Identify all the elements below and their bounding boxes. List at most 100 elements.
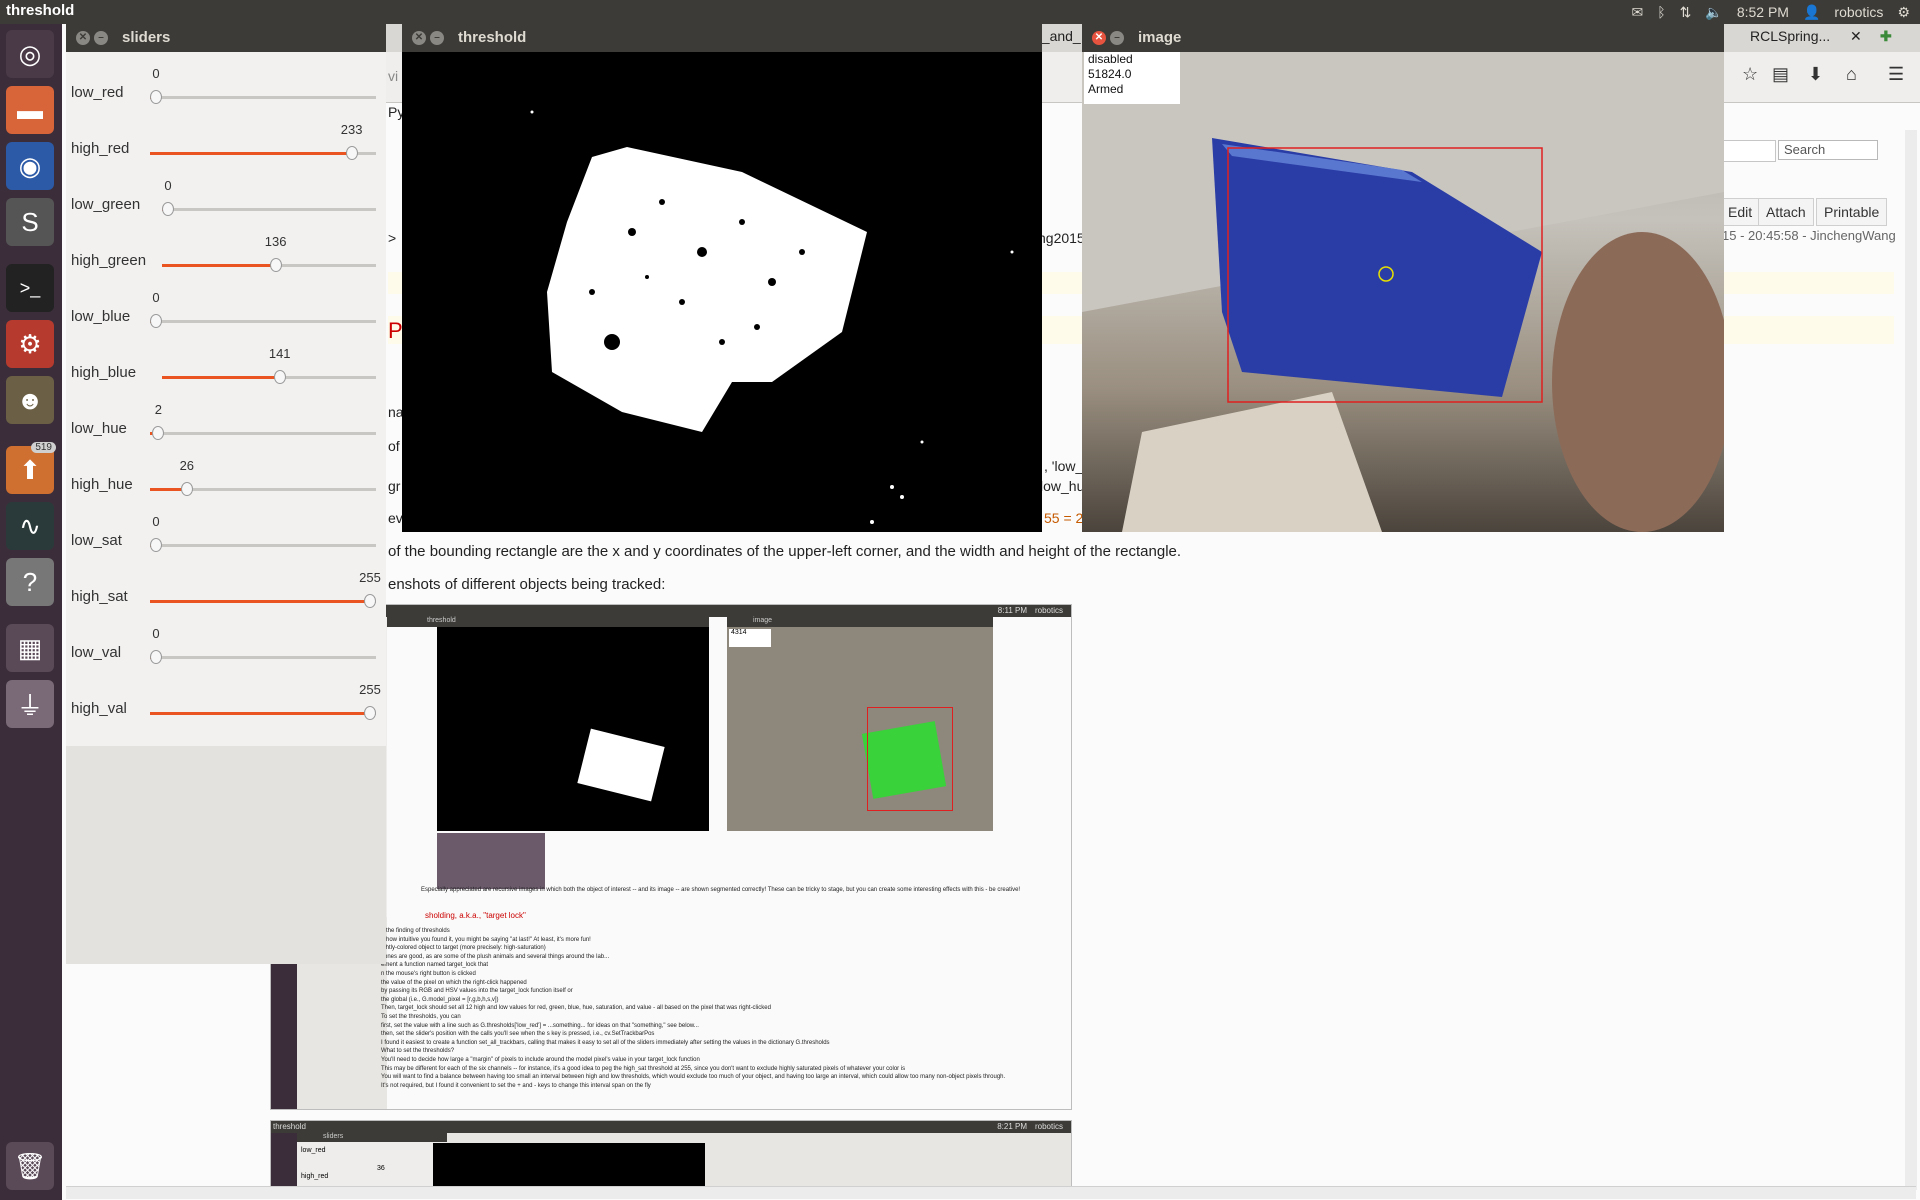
text-fragment: , 'low_ <box>1044 458 1084 474</box>
slider-handle[interactable] <box>152 426 165 440</box>
slider-label: high_blue <box>71 364 137 381</box>
slider-handle[interactable] <box>180 482 193 496</box>
wiki-search-input[interactable]: Search <box>1778 140 1878 160</box>
slider-handle[interactable] <box>345 146 358 160</box>
ubuntu-logo-icon[interactable]: ◎ <box>6 30 54 78</box>
slider-handle[interactable] <box>162 202 174 216</box>
slider-value: 136 <box>264 234 287 249</box>
close-icon[interactable]: ✕ <box>76 31 90 45</box>
page-horizontal-scrollbar[interactable] <box>66 1186 1916 1199</box>
home-icon[interactable]: ⌂ <box>1846 64 1857 85</box>
slider-row-high-val: high_val 255 <box>66 682 386 738</box>
active-app-title: threshold <box>6 2 75 19</box>
slider-value: 141 <box>268 346 291 361</box>
bookmark-star-icon[interactable]: ☆ <box>1742 64 1758 85</box>
slider-row-low-hue: low_hue 2 <box>66 402 386 458</box>
update-badge: 519 <box>31 442 56 453</box>
embed-line: You will want to find a balance between … <box>381 1074 1006 1081</box>
camera-image-canvas[interactable]: disabled 51824.0 Armed <box>1082 52 1724 532</box>
slider-handle[interactable] <box>273 370 286 384</box>
attach-button[interactable]: Attach <box>1758 198 1814 226</box>
slider-track[interactable] <box>150 656 376 659</box>
text-fragment: low_hu <box>1040 478 1085 494</box>
slider-handle[interactable] <box>269 258 282 272</box>
embedded-screenshot-2: threshold 8:21 PM robotics sliders low_r… <box>270 1120 1072 1188</box>
image-title-bar[interactable]: ✕ – image <box>1082 24 1724 52</box>
usb-icon[interactable]: ⏚ <box>6 680 54 728</box>
sliders-title-bar[interactable]: ✕ – sliders <box>66 24 386 52</box>
minimize-icon[interactable]: – <box>430 31 444 45</box>
url-fragment[interactable]: vi <box>388 68 398 84</box>
slider-value: 0 <box>152 66 160 81</box>
download-icon[interactable]: ⬇ <box>1808 64 1823 85</box>
gear-icon[interactable]: ⚙ <box>1897 4 1910 21</box>
sublime-icon[interactable]: S <box>6 198 54 246</box>
bluetooth-icon[interactable]: ᛒ <box>1657 4 1665 20</box>
slider-track[interactable] <box>150 432 376 435</box>
new-tab-icon[interactable]: ✚ <box>1880 28 1892 45</box>
reading-list-icon[interactable]: ▤ <box>1772 64 1789 85</box>
slider-track[interactable] <box>150 320 376 323</box>
printable-button[interactable]: Printable <box>1816 198 1888 226</box>
help-icon[interactable]: ? <box>6 558 54 606</box>
menu-icon[interactable]: ☰ <box>1888 64 1904 85</box>
edit-button[interactable]: Edit <box>1720 198 1761 226</box>
slider-row-high-sat: high_sat 255 <box>66 570 386 626</box>
slider-handle[interactable] <box>364 594 376 608</box>
slider-track[interactable] <box>162 208 376 211</box>
page-search-field-left[interactable] <box>1720 140 1776 162</box>
embed-value: 36 <box>377 1165 385 1172</box>
close-icon[interactable]: ✕ <box>412 31 426 45</box>
slider-handle[interactable] <box>150 538 162 552</box>
threshold-mask-canvas[interactable] <box>402 52 1042 532</box>
embed-line: the value of the pixel on which the righ… <box>381 979 527 986</box>
trash-icon[interactable]: 🗑 <box>6 1142 54 1190</box>
slider-track[interactable] <box>150 544 376 547</box>
gimp-icon[interactable]: ☻ <box>6 376 54 424</box>
minimize-icon[interactable]: – <box>1110 31 1124 45</box>
embed-line: e the finding of thresholds <box>381 928 450 934</box>
slider-handle[interactable] <box>150 650 162 664</box>
clock[interactable]: 8:52 PM <box>1737 4 1789 20</box>
volume-icon[interactable]: 🔈 <box>1705 4 1722 21</box>
close-tab-icon[interactable]: ✕ <box>1850 28 1862 45</box>
files-icon[interactable]: ▬ <box>6 86 54 134</box>
network-icon[interactable]: ⇅ <box>1680 4 1692 21</box>
slider-handle[interactable] <box>150 314 162 328</box>
user-menu[interactable]: robotics <box>1834 4 1883 20</box>
embed-thumbnail <box>437 833 545 889</box>
threshold-title-bar[interactable]: ✕ – threshold <box>402 24 1042 52</box>
slider-value: 255 <box>359 570 381 585</box>
embed-image-label: image <box>753 617 773 624</box>
page-vertical-scrollbar[interactable] <box>1905 130 1917 1190</box>
slider-label: low_val <box>71 644 122 661</box>
slider-row-low-sat: low_sat 0 <box>66 514 386 570</box>
monitor-icon[interactable]: ∿ <box>6 502 54 550</box>
close-icon[interactable]: ✕ <box>1092 31 1106 45</box>
embed-line: n how intuitive you found it, you might … <box>381 936 591 943</box>
slider-label: low_green <box>71 196 141 213</box>
slider-handle[interactable] <box>150 90 162 104</box>
minimize-icon[interactable]: – <box>94 31 108 45</box>
sliders-window: ✕ – sliders low_red 0 high_red 233 low_green… <box>66 24 386 964</box>
embed-label: high_red <box>301 1173 329 1180</box>
terminal-icon[interactable]: >_ <box>6 264 54 312</box>
settings-icon[interactable]: ⚙ <box>6 320 54 368</box>
embed-launcher <box>271 1133 297 1187</box>
text-fragment: of <box>388 438 400 454</box>
paragraph-text: enshots of different objects being track… <box>388 576 666 593</box>
workspace-icon[interactable]: ▦ <box>6 624 54 672</box>
slider-value: 233 <box>340 122 363 137</box>
slider-handle[interactable] <box>364 706 376 720</box>
embed-line: This may be different for each of the si… <box>381 1065 906 1072</box>
firefox-icon[interactable]: ◉ <box>6 142 54 190</box>
embed-line: What to set the thresholds? <box>381 1048 455 1055</box>
browser-tab-right[interactable]: RCLSpring... <box>1750 28 1830 44</box>
embed-overlay: 4314 <box>729 629 771 647</box>
update-icon[interactable]: ⬆ 519 <box>6 442 56 494</box>
embed-line: You'll need to decide how large a "margi… <box>381 1056 700 1063</box>
mail-icon[interactable]: ✉ <box>1632 4 1644 21</box>
area-value: 51824.0 <box>1088 67 1132 81</box>
embed-line: the global (i.e., G.model_pixel = [r,g,b… <box>381 996 499 1003</box>
slider-track[interactable] <box>150 96 376 99</box>
